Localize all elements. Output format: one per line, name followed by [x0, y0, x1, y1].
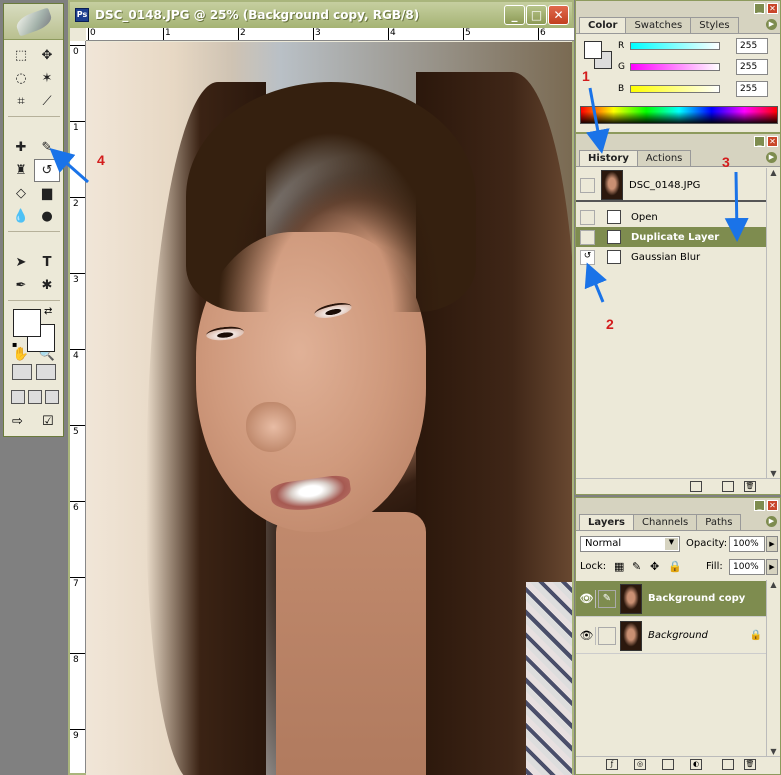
- annotation-number-2: 2: [606, 316, 614, 332]
- annotation-number-4: 4: [97, 152, 105, 168]
- annotation-arrow-3: [724, 171, 749, 242]
- annotation-number-1: 1: [582, 68, 590, 84]
- annotation-number-3: 3: [722, 154, 730, 170]
- annotation-arrow-2: [584, 262, 607, 303]
- annotation-arrows: [49, 87, 749, 303]
- color-foreground-swatch[interactable]: [584, 41, 602, 59]
- annotation-arrow-4: [49, 148, 89, 184]
- annotation-arrow-1: [585, 87, 610, 154]
- foreground-color-swatch[interactable]: [13, 309, 41, 337]
